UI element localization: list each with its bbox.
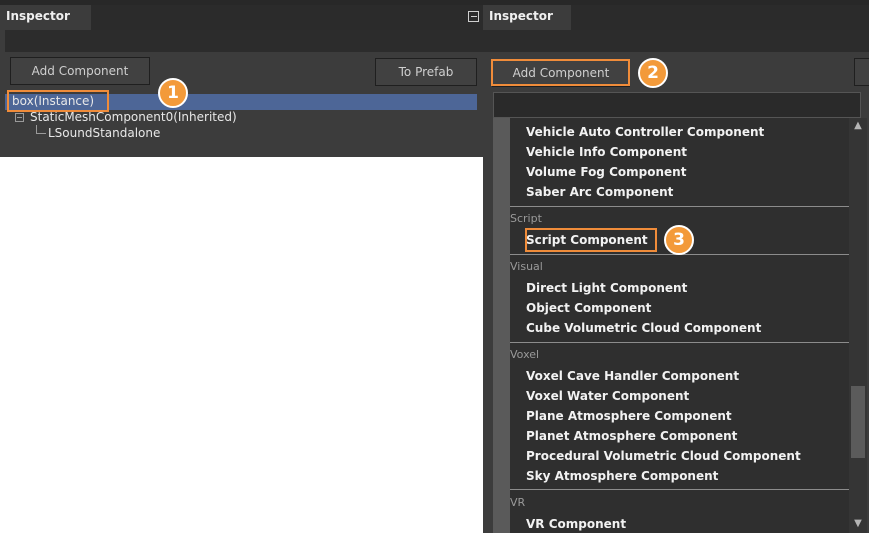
list-item[interactable]: Voxel Water Component: [526, 389, 689, 403]
tab-strip-empty: [571, 5, 869, 30]
tab-inspector[interactable]: Inspector: [483, 5, 571, 30]
component-search-input[interactable]: [493, 92, 861, 118]
add-component-button[interactable]: Add Component: [10, 57, 150, 85]
highlight-add-component: [491, 59, 630, 86]
collapse-icon[interactable]: [15, 113, 24, 122]
right-inspector-panel: Inspector Add Component Vehicle Auto Con…: [483, 0, 869, 533]
list-item[interactable]: Voxel Cave Handler Component: [526, 369, 739, 383]
tab-label: Inspector: [6, 9, 70, 23]
left-inspector-panel: Inspector Add Component To Prefab box(In…: [0, 0, 483, 157]
to-prefab-button[interactable]: To Prefab: [375, 58, 477, 86]
highlight-script-component: [525, 228, 657, 252]
section-divider: [510, 489, 849, 490]
to-prefab-label: To Prefab: [398, 65, 454, 79]
list-item[interactable]: Object Component: [526, 301, 651, 315]
list-item[interactable]: Vehicle Info Component: [526, 145, 687, 159]
highlight-box-instance: [7, 90, 109, 112]
scroll-up-icon[interactable]: ▲: [852, 120, 864, 131]
tab-label: Inspector: [489, 9, 553, 23]
scroll-thumb[interactable]: [851, 386, 865, 458]
list-item[interactable]: VR Component: [526, 517, 626, 531]
add-component-label: Add Component: [31, 64, 129, 78]
section-header-script: Script: [510, 212, 542, 225]
section-divider: [510, 342, 849, 343]
scroll-down-icon[interactable]: ▼: [852, 518, 864, 529]
list-item[interactable]: Vehicle Auto Controller Component: [526, 125, 764, 139]
toolbar-bar: [5, 30, 483, 52]
step-badge-3: 3: [664, 225, 694, 255]
list-item[interactable]: Procedural Volumetric Cloud Component: [526, 449, 801, 463]
section-header-visual: Visual: [510, 260, 543, 273]
tree-item-static-mesh[interactable]: StaticMeshComponent0(Inherited): [30, 110, 237, 124]
step-badge-2: 2: [638, 58, 668, 88]
list-rail: [493, 118, 510, 533]
list-item[interactable]: Volume Fog Component: [526, 165, 686, 179]
list-item[interactable]: Cube Volumetric Cloud Component: [526, 321, 761, 335]
step-badge-1: 1: [158, 78, 188, 108]
list-item[interactable]: Planet Atmosphere Component: [526, 429, 737, 443]
tree-connector: [36, 133, 46, 134]
side-button[interactable]: [854, 58, 869, 86]
tab-strip-empty: [91, 5, 483, 30]
list-item[interactable]: Plane Atmosphere Component: [526, 409, 732, 423]
tree-item-sound-standalone[interactable]: LSoundStandalone: [48, 126, 160, 140]
list-item[interactable]: Direct Light Component: [526, 281, 687, 295]
scrollbar[interactable]: ▲ ▼: [849, 118, 867, 533]
section-header-voxel: Voxel: [510, 348, 540, 361]
list-item[interactable]: Saber Arc Component: [526, 185, 673, 199]
section-header-vr: VR: [510, 496, 526, 509]
toolbar-bar: [483, 30, 869, 52]
tab-inspector[interactable]: Inspector: [0, 5, 91, 30]
dock-icon[interactable]: [468, 11, 479, 22]
section-divider: [510, 206, 849, 207]
list-item[interactable]: Sky Atmosphere Component: [526, 469, 718, 483]
